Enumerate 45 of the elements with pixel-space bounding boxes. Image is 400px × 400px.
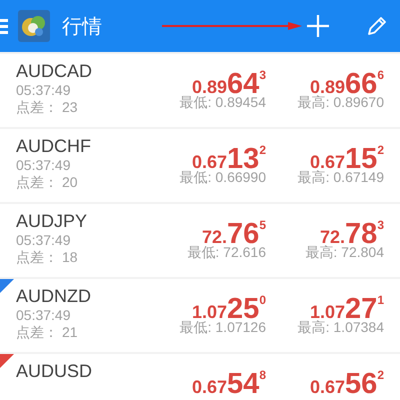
high-price: 最高: 72.804 <box>305 244 384 261</box>
low-price: 最低: 1.07126 <box>180 319 266 336</box>
quote-row[interactable]: AUDUSD 0.6754$^{8}$ 0.6756$^{2}$ <box>0 354 400 400</box>
spread-label: 点差： <box>16 324 58 341</box>
edit-icon[interactable] <box>366 15 388 37</box>
symbol-name: AUDCHF <box>16 135 92 157</box>
add-icon[interactable] <box>306 14 330 38</box>
ask-price: 0.6715$^{2}$ <box>310 142 384 167</box>
symbol-name: AUDUSD <box>16 360 94 382</box>
quote-time: 05:37:49 <box>16 232 72 249</box>
symbol-name: AUDCAD <box>16 60 94 82</box>
bid-price: 1.0725$^{0}$ <box>192 292 266 317</box>
ask-price: 0.6756$^{2}$ <box>310 367 384 392</box>
bid-price: 72.76$^{5}$ <box>202 217 266 242</box>
quote-row[interactable]: AUDCAD 05:37:49 点差： 23 0.8964$^{3}$ 最低: 0.89454 0.8966$^{6}$ 最高: 0.89670 <box>0 54 400 127</box>
quote-time: 05:37:49 <box>16 307 72 324</box>
symbol-name: AUDJPY <box>16 210 88 232</box>
ask-price: 72.78$^{3}$ <box>320 217 384 242</box>
menu-icon[interactable] <box>0 18 8 34</box>
high-price: 最高: 1.07384 <box>298 319 384 336</box>
quote-row[interactable]: AUDJPY 05:37:49 点差： 18 72.76$^{5}$ 最低: 72.616 72.78$^{3}$ 最高: 72.804 <box>0 204 400 277</box>
symbol-name: AUDNZD <box>16 285 92 307</box>
quote-row[interactable]: AUDCHF 05:37:49 点差： 20 0.6713$^{2}$ 最低: 0.66990 0.6715$^{2}$ 最高: 0.67149 <box>0 129 400 202</box>
bid-price: 0.6754$^{8}$ <box>192 367 266 392</box>
quote-row[interactable]: AUDNZD 05:37:49 点差： 21 1.0725$^{0}$ 最低: 1.07126 1.0727$^{1}$ 最高: 1.07384 <box>0 279 400 352</box>
low-price: 最低: 0.66990 <box>180 169 266 186</box>
spread-value: 23 <box>62 99 78 116</box>
high-price: 最高: 0.89670 <box>298 94 384 111</box>
high-price: 最高: 0.67149 <box>298 169 384 186</box>
spread-value: 21 <box>62 324 78 341</box>
ask-price: 0.8966$^{6}$ <box>310 67 384 92</box>
spread-label: 点差： <box>16 174 58 191</box>
spread-value: 20 <box>62 174 78 191</box>
bid-price: 0.6713$^{2}$ <box>192 142 266 167</box>
spread-label: 点差： <box>16 99 58 116</box>
screen-title: 行情 <box>62 14 102 40</box>
quote-time: 05:37:49 <box>16 82 72 99</box>
low-price: 最低: 72.616 <box>187 244 266 261</box>
spread-value: 18 <box>62 249 78 266</box>
app-logo-icon <box>18 10 50 42</box>
ask-price: 1.0727$^{1}$ <box>310 292 384 317</box>
quote-time: 05:37:49 <box>16 157 72 174</box>
low-price: 最低: 0.89454 <box>180 94 266 111</box>
bid-price: 0.8964$^{3}$ <box>192 67 266 92</box>
spread-label: 点差： <box>16 249 58 266</box>
